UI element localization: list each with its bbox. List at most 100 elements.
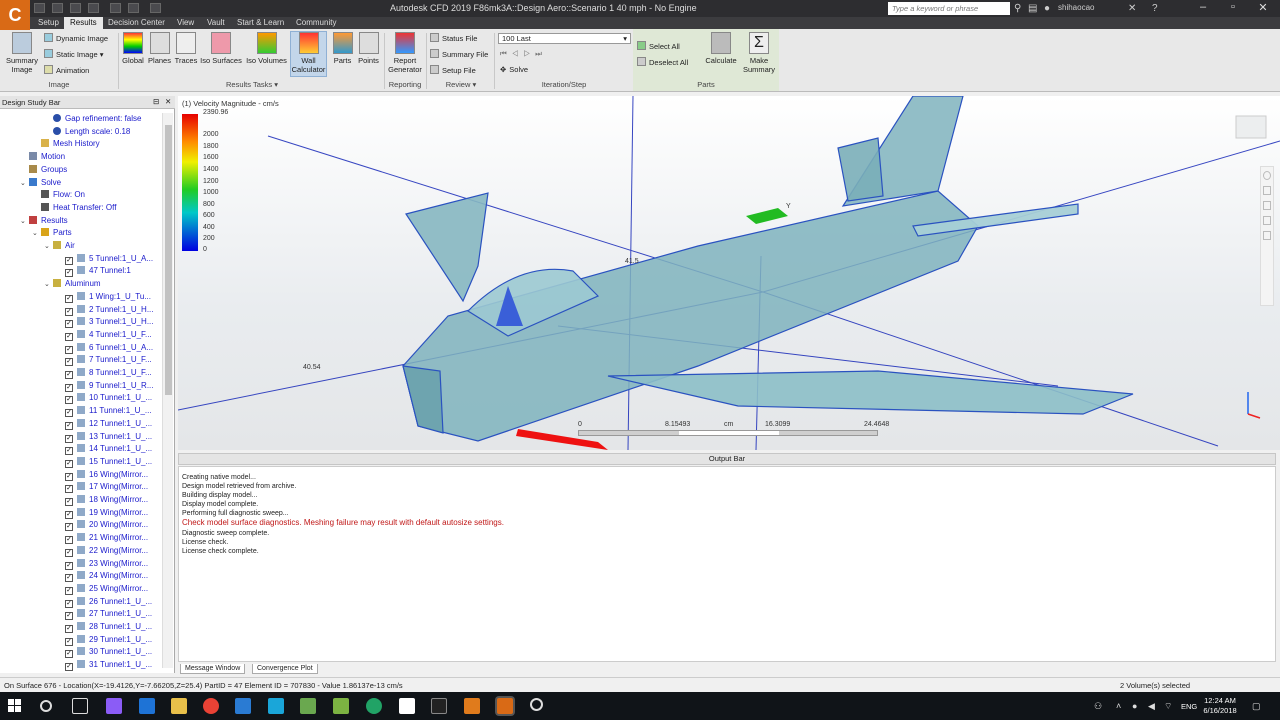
view-cube[interactable] — [1235, 115, 1267, 139]
save-icon[interactable] — [70, 3, 81, 13]
github-icon[interactable] — [399, 698, 415, 714]
tree-item[interactable]: ⌄ Solve — [20, 177, 61, 189]
animation-button[interactable]: Animation — [44, 65, 89, 76]
minimize-button[interactable]: – — [1188, 1, 1218, 13]
part-checkbox[interactable]: ✓ — [65, 307, 73, 316]
parts-button[interactable]: Parts — [330, 32, 355, 65]
open-icon[interactable] — [52, 3, 63, 13]
tab-vault[interactable]: Vault — [201, 17, 231, 29]
tree-part-item[interactable]: ✓ 19 Wing(Mirror... — [56, 507, 148, 519]
expand-chevron-icon[interactable]: ⌄ — [20, 216, 29, 228]
notifications-icon[interactable]: ▢ — [1252, 701, 1261, 712]
tree-part-item[interactable]: ✓ 17 Wing(Mirror... — [56, 481, 148, 494]
tree-item[interactable]: ⌄ Aluminum — [44, 278, 101, 290]
3d-viewport[interactable]: Y 40.54 41.5 (1) Velocity Magnitude - cm… — [178, 96, 1280, 450]
tree-item[interactable]: Groups — [20, 164, 67, 176]
tree-part-item[interactable]: ✓ 9 Tunnel:1_U_R... — [56, 380, 153, 392]
tree-item[interactable]: Flow: On — [32, 189, 85, 201]
close-button[interactable]: ✕ — [1248, 1, 1278, 14]
tree-part-item[interactable]: ✓ 3 Tunnel:1_U_H... — [56, 316, 153, 329]
skype-icon[interactable] — [268, 698, 284, 714]
expand-chevron-icon[interactable]: ⌄ — [32, 228, 41, 240]
language-indicator[interactable]: ENG — [1181, 702, 1197, 711]
pin-icon[interactable]: ⊟ — [153, 97, 159, 106]
tree-part-item[interactable]: ✓ 7 Tunnel:1_U_F... — [56, 354, 152, 367]
redo-icon[interactable] — [110, 3, 121, 13]
tree-part-item[interactable]: ✓ 13 Tunnel:1_U_... — [56, 431, 152, 443]
deselect-all-button[interactable]: Deselect All — [637, 57, 688, 68]
tree-item[interactable]: ⌄ Air — [44, 240, 75, 252]
print-icon[interactable] — [128, 3, 139, 13]
tree-part-item[interactable]: ✓ 6 Tunnel:1_U_A... — [56, 342, 153, 354]
part-checkbox[interactable]: ✓ — [65, 294, 73, 303]
customize-icon[interactable] — [150, 3, 161, 13]
part-checkbox[interactable]: ✓ — [65, 637, 73, 646]
tree-part-item[interactable]: ✓ 11 Tunnel:1_U_... — [56, 405, 152, 418]
part-checkbox[interactable]: ✓ — [65, 561, 73, 570]
tree-part-item[interactable]: ✓ 31 Tunnel:1_U_... — [56, 659, 152, 672]
review-group-label[interactable]: Review ▾ — [428, 80, 494, 89]
global-button[interactable]: Global — [121, 32, 145, 65]
tree-item[interactable]: Mesh History — [32, 138, 100, 150]
tree-part-item[interactable]: ✓ 27 Tunnel:1_U_... — [56, 608, 152, 621]
part-checkbox[interactable]: ✓ — [65, 256, 73, 265]
setup-file-button[interactable]: Setup File — [430, 65, 476, 76]
maximize-button[interactable]: ▫ — [1218, 1, 1248, 13]
points-button[interactable]: Points — [356, 32, 381, 65]
tree-part-item[interactable]: ✓ 15 Tunnel:1_U_... — [56, 456, 152, 468]
app-logo[interactable]: C — [0, 0, 30, 30]
scrollbar-thumb[interactable] — [165, 125, 172, 395]
results-tasks-group-label[interactable]: Results Tasks ▾ — [120, 80, 384, 89]
prev-step-icon[interactable]: ◁ — [512, 49, 524, 58]
tree-item[interactable]: ⌄ Parts — [32, 227, 72, 239]
steam-icon[interactable] — [530, 698, 543, 711]
aircraft-model-scene[interactable]: Y 40.54 41.5 — [178, 96, 1280, 450]
terminal-icon[interactable] — [431, 698, 447, 714]
report-generator-button[interactable]: Report Generator — [386, 32, 424, 74]
tree-part-item[interactable]: ✓ 24 Wing(Mirror... — [56, 570, 148, 583]
tree-part-item[interactable]: ✓ 10 Tunnel:1_U_... — [56, 392, 152, 405]
tree-item[interactable]: Heat Transfer: Off — [32, 202, 116, 214]
network-icon[interactable]: ● — [1132, 701, 1137, 711]
traces-button[interactable]: Traces — [174, 32, 198, 65]
undo-icon[interactable] — [88, 3, 99, 13]
xbox-icon[interactable] — [366, 698, 382, 714]
edge-icon[interactable] — [139, 698, 155, 714]
expand-chevron-icon[interactable]: ⌄ — [44, 279, 53, 291]
autocad-icon[interactable] — [300, 698, 316, 714]
tree-part-item[interactable]: ✓ 2 Tunnel:1_U_H... — [56, 304, 153, 316]
static-image-button[interactable]: Static Image ▾ — [44, 49, 104, 60]
dynamic-image-button[interactable]: Dynamic Image — [44, 33, 108, 44]
part-checkbox[interactable]: ✓ — [65, 269, 73, 278]
next-step-icon[interactable]: ▷ — [523, 49, 535, 58]
tree-scrollbar[interactable] — [162, 113, 173, 668]
zoom-icon[interactable] — [1263, 201, 1271, 210]
part-checkbox[interactable]: ✓ — [65, 523, 73, 532]
wifi-icon[interactable]: ⌔ — [1164, 701, 1172, 712]
expand-chevron-icon[interactable]: ⌄ — [20, 178, 29, 190]
tree-part-item[interactable]: ✓ 21 Wing(Mirror... — [56, 532, 148, 545]
tree-item[interactable]: Motion — [20, 151, 65, 163]
orbit-icon[interactable] — [1263, 216, 1271, 225]
part-checkbox[interactable]: ✓ — [65, 320, 73, 329]
calculate-button[interactable]: Calculate — [702, 32, 740, 65]
tree-item[interactable]: Length scale: 0.18 — [44, 126, 130, 138]
tab-community[interactable]: Community — [290, 17, 342, 29]
tab-results[interactable]: Results — [64, 17, 103, 29]
part-checkbox[interactable]: ✓ — [65, 663, 73, 672]
solve-button[interactable]: ✥ Solve — [500, 65, 528, 75]
tree-part-item[interactable]: ✓ 23 Wing(Mirror... — [56, 558, 148, 570]
summary-image-button[interactable]: Summary Image — [3, 32, 41, 74]
tab-view[interactable]: View — [171, 17, 200, 29]
steering-wheel-icon[interactable] — [1263, 171, 1271, 180]
tab-convergence-plot[interactable]: Convergence Plot — [252, 664, 318, 674]
part-checkbox[interactable]: ✓ — [65, 510, 73, 519]
new-icon[interactable] — [34, 3, 45, 13]
tree-part-item[interactable]: ✓ 25 Wing(Mirror... — [56, 583, 148, 595]
chrome-icon[interactable] — [203, 698, 219, 714]
tree-part-item[interactable]: ✓ 29 Tunnel:1_U_... — [56, 634, 152, 646]
part-checkbox[interactable]: ✓ — [65, 574, 73, 583]
tree-part-item[interactable]: ✓ 1 Wing:1_U_Tu... — [56, 291, 151, 303]
summary-file-button[interactable]: Summary File — [430, 49, 488, 60]
tree-part-item[interactable]: ✓ 16 Wing(Mirror... — [56, 469, 148, 481]
